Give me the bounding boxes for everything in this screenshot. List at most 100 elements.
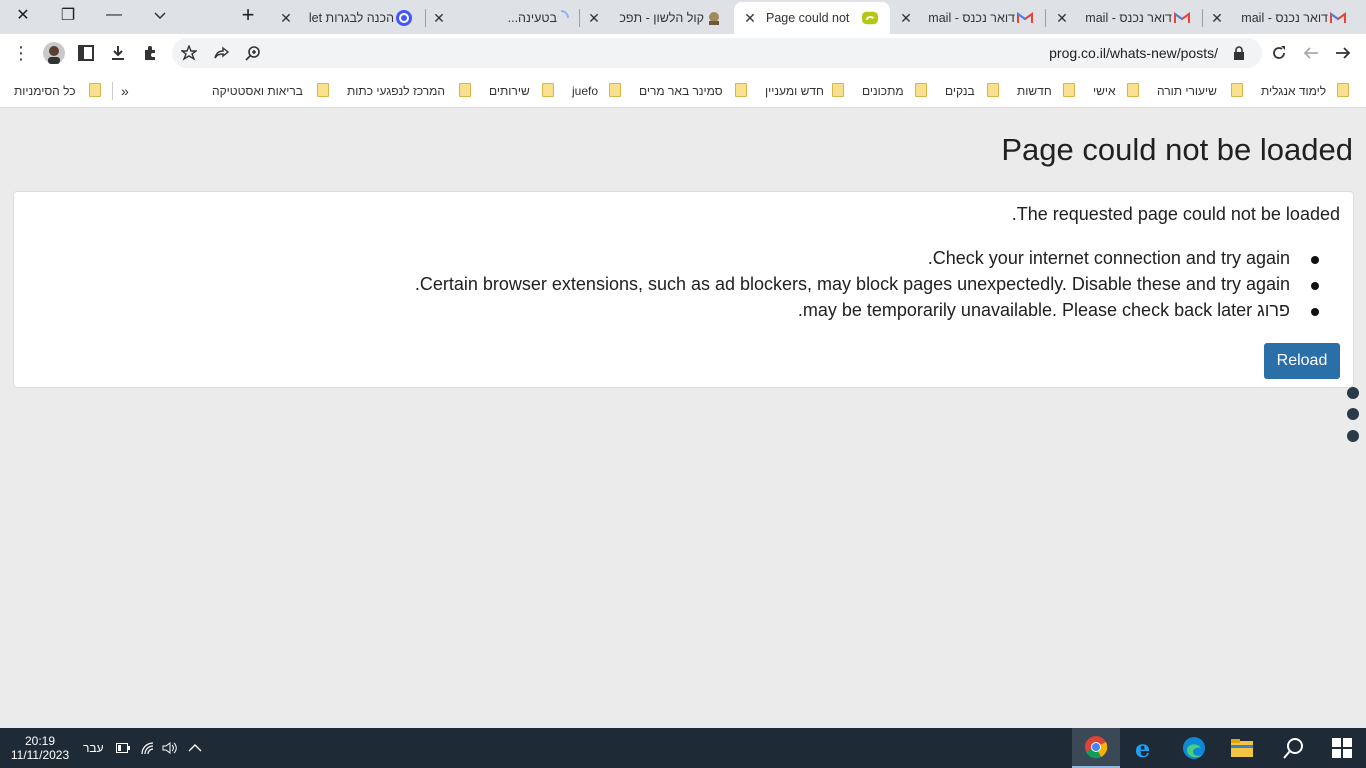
page-title: Page could not be loaded	[1001, 132, 1353, 167]
forward-icon[interactable]	[1330, 40, 1356, 66]
svg-text:e: e	[1135, 735, 1150, 761]
bookmark-item[interactable]: מתכונים	[862, 82, 904, 100]
tab-gmail-2[interactable]: ✕ דואר נכנס - mail	[1048, 2, 1200, 34]
close-tab-icon[interactable]: ✕	[431, 10, 447, 27]
reload-button[interactable]: Reload	[1264, 343, 1340, 379]
bookmark-item[interactable]: אישי	[1093, 82, 1116, 100]
bookmark-item[interactable]: המרכז לנפגעי כתות	[347, 82, 445, 100]
tab-gmail-1[interactable]: ✕ דואר נכנס - mail	[1204, 2, 1364, 34]
reload-icon[interactable]	[1266, 40, 1292, 66]
quizlet-icon	[396, 10, 412, 26]
error-card: The requested page could not be loaded. …	[13, 191, 1354, 388]
bookmark-item[interactable]: שירותים	[489, 82, 530, 100]
bookmark-item[interactable]: שיעורי תורה	[1157, 82, 1217, 100]
side-dot[interactable]	[1347, 430, 1359, 442]
tab-strip: ✕ ❐ — + ✕ הכנה לבגרות let ✕ בטעינה... ✕ …	[0, 0, 1366, 34]
bullet-icon	[1311, 308, 1319, 316]
volume-icon[interactable]	[162, 728, 178, 768]
bullet-icon	[1311, 282, 1319, 290]
list-item: פרוג may be temporarily unavailable. Ple…	[14, 300, 1353, 324]
taskbar: 20:19 11/11/2023 עבר e	[0, 728, 1366, 768]
list-item: Certain browser extensions, such as ad b…	[14, 274, 1353, 298]
new-tab-button[interactable]: +	[225, 0, 271, 30]
search-icon[interactable]	[1270, 728, 1318, 768]
tab-loading[interactable]: ✕ בטעינה...	[427, 2, 579, 34]
loading-icon	[553, 10, 569, 26]
avatar[interactable]	[41, 40, 67, 66]
folder-icon	[1231, 83, 1243, 97]
extensions-icon[interactable]	[137, 40, 163, 66]
bookmark-item[interactable]: חדש ומעניין	[765, 82, 824, 100]
chevron-down-icon	[154, 12, 166, 20]
error-icon	[862, 10, 878, 26]
site-icon	[706, 10, 722, 26]
star-icon[interactable]	[176, 40, 202, 66]
folder-icon	[832, 83, 844, 97]
restore-window-button[interactable]: ❐	[45, 0, 91, 30]
folder-icon	[89, 83, 101, 97]
folder-icon	[1337, 83, 1349, 97]
all-bookmarks-label[interactable]: כל הסימניות	[14, 82, 76, 100]
share-icon[interactable]	[208, 40, 234, 66]
side-dot[interactable]	[1347, 387, 1359, 399]
gmail-icon	[1017, 10, 1033, 26]
tab-search-button[interactable]	[137, 0, 183, 30]
windows-start-icon[interactable]	[1318, 728, 1366, 768]
gmail-icon	[1330, 10, 1346, 26]
folder-icon	[987, 83, 999, 97]
error-message: The requested page could not be loaded.	[1011, 204, 1340, 224]
close-window-button[interactable]: ✕	[0, 0, 46, 30]
bookmark-item[interactable]: בריאות ואסטטיקה	[212, 82, 303, 100]
language-indicator[interactable]: עבר	[83, 728, 104, 768]
wifi-icon[interactable]	[141, 728, 155, 768]
tab-gmail-3[interactable]: ✕ דואר נכנס - mail	[893, 2, 1045, 34]
bookmark-item[interactable]: בנקים	[945, 82, 975, 100]
folder-icon	[609, 83, 621, 97]
address-bar[interactable]: prog.co.il/whats-new/posts/	[172, 38, 1262, 68]
bookmark-item[interactable]: לימוד אנגלית	[1261, 82, 1326, 100]
zoom-icon[interactable]	[240, 40, 266, 66]
bookmarks-overflow-button[interactable]: »	[121, 82, 129, 100]
tab-page-could-not-be-loaded[interactable]: ✕ Page could not be loaded	[734, 2, 890, 34]
browser-toolbar: ⋮ prog.co.il/whats-new/posts/	[0, 34, 1366, 72]
folder-icon	[1063, 83, 1075, 97]
close-tab-icon[interactable]: ✕	[1209, 10, 1225, 27]
edge-icon[interactable]	[1170, 728, 1218, 768]
minimize-window-button[interactable]: —	[91, 0, 137, 30]
close-tab-icon[interactable]: ✕	[1054, 10, 1070, 27]
clock-date: 11/11/2023	[10, 748, 70, 762]
back-icon[interactable]	[1298, 40, 1324, 66]
download-icon[interactable]	[105, 40, 131, 66]
folder-icon	[915, 83, 927, 97]
clock[interactable]: 20:19 11/11/2023	[10, 728, 70, 768]
tab-quizlet[interactable]: ✕ הכנה לבגרות let	[272, 2, 424, 34]
internet-explorer-icon[interactable]: e	[1121, 728, 1169, 768]
bookmarks-bar: כל הסימניות » בריאות ואסטטיקה המרכז לנפג…	[0, 72, 1366, 108]
list-item: Check your internet connection and try a…	[14, 248, 1353, 272]
clock-time: 20:19	[24, 734, 56, 748]
battery-icon[interactable]	[116, 728, 130, 768]
bullet-icon	[1311, 256, 1319, 264]
close-tab-icon[interactable]: ✕	[898, 10, 914, 27]
bookmark-item[interactable]: חדשות	[1017, 82, 1052, 100]
menu-icon[interactable]: ⋮	[8, 40, 34, 66]
folder-icon	[459, 83, 471, 97]
side-panel-icon[interactable]	[73, 40, 99, 66]
folder-icon	[542, 83, 554, 97]
bookmark-item[interactable]: juefo	[572, 82, 598, 100]
close-tab-icon[interactable]: ✕	[278, 10, 294, 27]
chevron-up-icon[interactable]	[188, 728, 202, 768]
tab-kol-halashon[interactable]: ✕ קול הלשון - תפכ	[582, 2, 734, 34]
gmail-icon	[1174, 10, 1190, 26]
folder-icon	[1127, 83, 1139, 97]
chrome-taskbar-icon[interactable]	[1072, 728, 1120, 768]
close-tab-icon[interactable]: ✕	[586, 10, 602, 27]
close-tab-icon[interactable]: ✕	[742, 10, 758, 27]
lock-icon[interactable]	[1226, 40, 1252, 66]
file-explorer-icon[interactable]	[1218, 728, 1266, 768]
side-dot[interactable]	[1347, 408, 1359, 420]
folder-icon	[317, 83, 329, 97]
url-text: prog.co.il/whats-new/posts/	[1049, 45, 1218, 61]
bookmark-item[interactable]: סמינר באר מרים	[639, 82, 723, 100]
folder-icon	[735, 83, 747, 97]
